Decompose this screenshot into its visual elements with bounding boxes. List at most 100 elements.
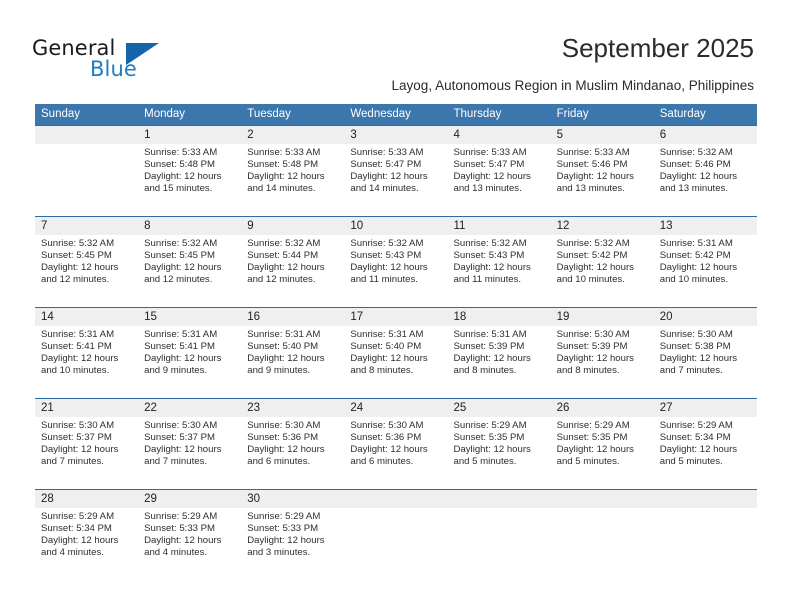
day-number[interactable]: 18 [448,308,551,326]
sunset-text: Sunset: 5:40 PM [350,341,422,353]
daylight-text-line1: Daylight: 12 hours [350,444,428,456]
day-cell: Sunrise: 5:32 AM Sunset: 5:46 PM Dayligh… [654,144,757,216]
week-detail-band: Sunrise: 5:33 AM Sunset: 5:48 PM Dayligh… [35,144,757,216]
week-detail-band: Sunrise: 5:30 AM Sunset: 5:37 PM Dayligh… [35,417,757,489]
daylight-text-line2: and 13 minutes. [659,183,729,195]
day-number[interactable]: 12 [551,217,654,235]
daylight-text-line1: Daylight: 12 hours [144,262,222,274]
daylight-text-line2: and 8 minutes. [350,365,414,377]
day-of-week-sunday: Sunday [41,108,81,120]
sunset-text: Sunset: 5:43 PM [453,250,525,262]
daylight-text-line2: and 13 minutes. [453,183,522,195]
day-number[interactable]: 30 [241,490,344,508]
sunset-text: Sunset: 5:37 PM [41,432,112,444]
sunrise-text: Sunrise: 5:30 AM [350,420,424,431]
daylight-text-line1: Daylight: 12 hours [659,171,738,183]
daylight-text-line1: Daylight: 12 hours [659,353,738,365]
daylight-text-line1: Daylight: 12 hours [247,535,325,547]
sunset-text: Sunset: 5:44 PM [247,250,319,262]
daylight-text-line1: Daylight: 12 hours [350,353,428,365]
day-cell: Sunrise: 5:30 AM Sunset: 5:39 PM Dayligh… [551,326,654,398]
sunrise-text: Sunrise: 5:32 AM [350,238,424,249]
day-cell: Sunrise: 5:33 AM Sunset: 5:48 PM Dayligh… [241,144,344,216]
week-day-number-band: 1 2 3 4 5 6 [35,126,757,144]
day-number[interactable] [344,490,447,508]
daylight-text-line2: and 14 minutes. [247,183,316,195]
day-cell: Sunrise: 5:29 AM Sunset: 5:34 PM Dayligh… [35,508,138,580]
day-number[interactable]: 15 [138,308,241,326]
day-number[interactable] [654,490,757,508]
day-number[interactable]: 10 [344,217,447,235]
day-number[interactable] [448,490,551,508]
day-number[interactable]: 4 [448,126,551,144]
page-subtitle: Layog, Autonomous Region in Muslim Minda… [391,78,754,93]
sunset-text: Sunset: 5:39 PM [556,341,628,353]
day-number[interactable]: 14 [35,308,138,326]
sunset-text: Sunset: 5:41 PM [41,341,112,353]
week-detail-band: Sunrise: 5:32 AM Sunset: 5:45 PM Dayligh… [35,235,757,307]
day-number[interactable]: 25 [448,399,551,417]
day-number[interactable]: 11 [448,217,551,235]
daylight-text-line2: and 5 minutes. [659,456,723,468]
daylight-text-line1: Daylight: 12 hours [556,353,634,365]
daylight-text-line1: Daylight: 12 hours [659,262,738,274]
day-number[interactable]: 22 [138,399,241,417]
day-number[interactable]: 27 [654,399,757,417]
sunset-text: Sunset: 5:45 PM [41,250,112,262]
day-number[interactable]: 24 [344,399,447,417]
sunrise-text: Sunrise: 5:30 AM [144,420,218,431]
day-number[interactable]: 21 [35,399,138,417]
sunset-text: Sunset: 5:36 PM [247,432,319,444]
day-number[interactable]: 7 [35,217,138,235]
sunset-text: Sunset: 5:37 PM [144,432,216,444]
day-number[interactable]: 16 [241,308,344,326]
day-number[interactable] [35,126,138,144]
week-detail-band: Sunrise: 5:29 AM Sunset: 5:34 PM Dayligh… [35,508,757,580]
daylight-text-line2: and 10 minutes. [556,274,625,286]
day-number[interactable]: 8 [138,217,241,235]
sunrise-text: Sunrise: 5:32 AM [144,238,218,249]
daylight-text-line1: Daylight: 12 hours [144,353,222,365]
day-number[interactable]: 23 [241,399,344,417]
day-number[interactable]: 13 [654,217,757,235]
day-number[interactable]: 2 [241,126,344,144]
sunset-text: Sunset: 5:42 PM [556,250,628,262]
daylight-text-line2: and 10 minutes. [659,274,729,286]
day-cell: Sunrise: 5:31 AM Sunset: 5:40 PM Dayligh… [344,326,447,398]
day-number[interactable]: 5 [551,126,654,144]
day-number[interactable]: 17 [344,308,447,326]
sunset-text: Sunset: 5:36 PM [350,432,422,444]
day-number[interactable]: 6 [654,126,757,144]
daylight-text-line2: and 15 minutes. [144,183,213,195]
sunrise-text: Sunrise: 5:32 AM [453,238,527,249]
sunset-text: Sunset: 5:34 PM [659,432,731,444]
day-cell: Sunrise: 5:33 AM Sunset: 5:48 PM Dayligh… [138,144,241,216]
day-number[interactable]: 1 [138,126,241,144]
daylight-text-line2: and 6 minutes. [247,456,311,468]
day-number[interactable]: 20 [654,308,757,326]
day-number[interactable]: 28 [35,490,138,508]
week-day-number-band: 14 15 16 17 18 19 20 [35,308,757,326]
daylight-text-line1: Daylight: 12 hours [41,262,119,274]
week-day-number-band: 21 22 23 24 25 26 27 [35,399,757,417]
day-cell: Sunrise: 5:29 AM Sunset: 5:33 PM Dayligh… [241,508,344,580]
sunrise-text: Sunrise: 5:33 AM [556,147,630,158]
day-number[interactable]: 26 [551,399,654,417]
day-number[interactable]: 3 [344,126,447,144]
calendar-week-row: 14 15 16 17 18 19 20 Sunrise: 5:31 AM Su… [35,307,757,398]
sunset-text: Sunset: 5:43 PM [350,250,422,262]
day-cell: Sunrise: 5:31 AM Sunset: 5:42 PM Dayligh… [654,235,757,307]
day-number[interactable] [551,490,654,508]
week-detail-band: Sunrise: 5:31 AM Sunset: 5:41 PM Dayligh… [35,326,757,398]
day-of-week-header-row: Sunday Monday Tuesday Wednesday Thursday… [35,104,757,125]
sunset-text: Sunset: 5:48 PM [144,159,216,171]
day-number[interactable]: 9 [241,217,344,235]
sunset-text: Sunset: 5:48 PM [247,159,319,171]
daylight-text-line1: Daylight: 12 hours [41,353,119,365]
calendar-page: General Blue September 2025 Layog, Auton… [0,0,792,612]
sunrise-text: Sunrise: 5:29 AM [659,420,733,431]
day-of-week-thursday: Thursday [453,108,502,120]
day-number[interactable]: 19 [551,308,654,326]
day-number[interactable]: 29 [138,490,241,508]
general-blue-logo[interactable]: General Blue [32,36,202,84]
